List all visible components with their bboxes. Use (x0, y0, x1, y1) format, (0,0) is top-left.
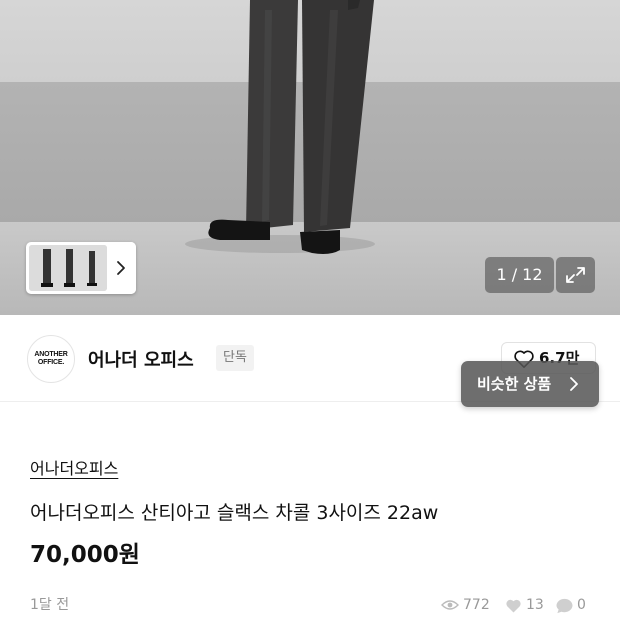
similar-products-label: 비슷한 상품 (477, 375, 552, 393)
expand-arrows-icon (566, 267, 585, 283)
store-logo[interactable]: ANOTHER OFFICE. (27, 335, 75, 383)
chevron-right-icon (570, 377, 578, 391)
eye-icon (441, 600, 459, 610)
comment-stat: 0 (555, 594, 595, 616)
store-logo-line2: OFFICE. (37, 359, 65, 366)
meta-row: 1달 전 772 13 0 (0, 594, 620, 616)
thumbnail-models (29, 245, 107, 291)
view-count: 772 (463, 597, 490, 613)
product-photo[interactable]: 1 / 12 (0, 0, 620, 315)
product-title: 어나더오피스 산티아고 슬랙스 차콜 3사이즈 22aw (30, 502, 439, 524)
product-price: 70,000원 (30, 542, 140, 568)
model-trousers-figure (185, 0, 375, 254)
thumbnail-next-button[interactable] (108, 242, 136, 294)
store-logo-line1: ANOTHER (34, 351, 68, 358)
exclusive-badge: 단독 (216, 345, 254, 371)
brand-link[interactable]: 어나더오피스 (30, 455, 118, 479)
similar-products-button[interactable]: 비슷한 상품 (461, 361, 599, 407)
expand-button[interactable] (556, 257, 595, 293)
posted-time: 1달 전 (30, 597, 70, 613)
image-counter: 1 / 12 (485, 257, 554, 293)
thumbnail-image[interactable] (29, 245, 107, 291)
like-stat: 13 (504, 594, 550, 616)
view-stat: 772 (441, 594, 497, 616)
comment-count: 0 (577, 597, 586, 613)
store-name[interactable]: 어나더 오피스 (88, 346, 194, 372)
chat-bubble-icon (556, 598, 573, 614)
heart-icon (506, 599, 521, 613)
like-count: 13 (526, 597, 544, 613)
chevron-right-icon (117, 261, 125, 275)
